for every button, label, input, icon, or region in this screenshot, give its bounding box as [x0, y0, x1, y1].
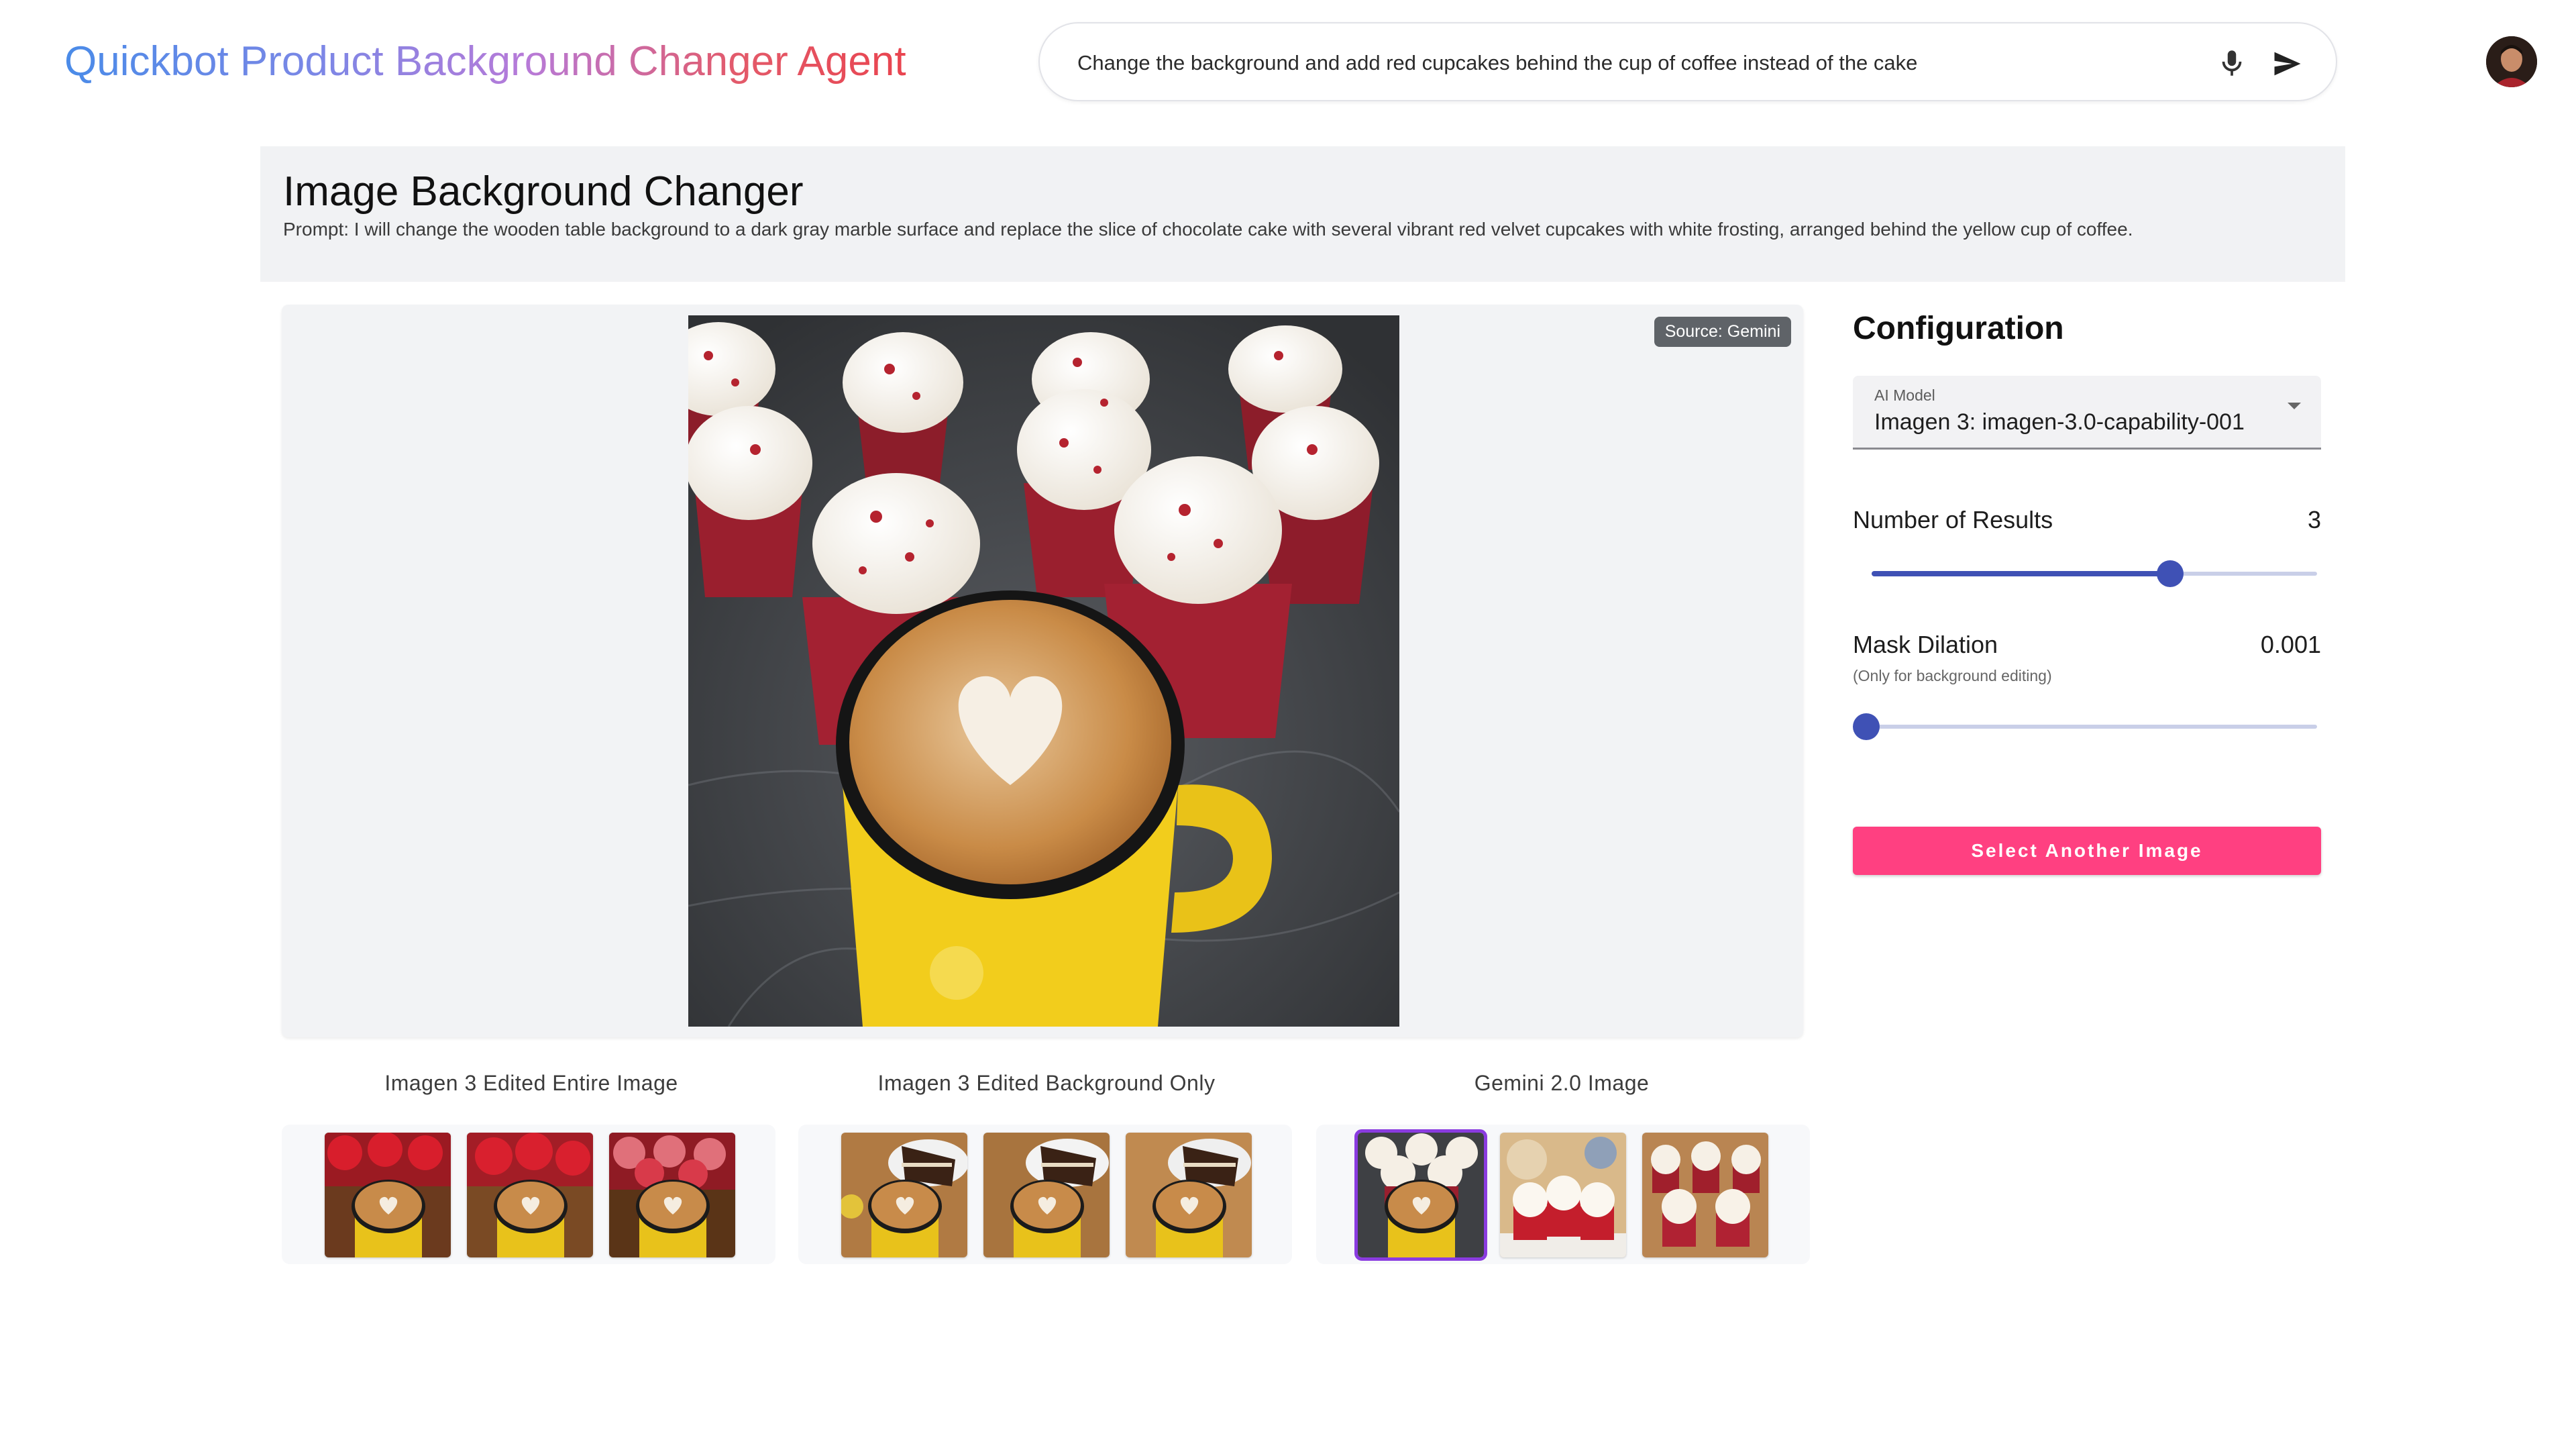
microphone-icon[interactable]: [2215, 46, 2249, 80]
ai-model-select[interactable]: AI Model Imagen 3: imagen-3.0-capability…: [1853, 376, 2321, 450]
group-label-gemini: Gemini 2.0 Image: [1474, 1071, 1650, 1095]
prompt-search-bar[interactable]: [1038, 22, 2337, 101]
ai-model-label: AI Model: [1874, 386, 1935, 404]
group-label-imagen-entire: Imagen 3 Edited Entire Image: [384, 1071, 678, 1095]
thumbnail[interactable]: [983, 1133, 1110, 1257]
slider-thumb[interactable]: [2156, 560, 2184, 587]
thumbnail-group-imagen-entire: [282, 1125, 775, 1264]
send-icon[interactable]: [2270, 46, 2305, 81]
thumbnail-group-gemini: [1316, 1125, 1810, 1264]
thumbnail[interactable]: [325, 1133, 451, 1257]
thumbnail[interactable]: [1126, 1133, 1252, 1257]
thumbnail-selected[interactable]: [1354, 1129, 1487, 1261]
number-of-results-value: 3: [2307, 506, 2321, 533]
configuration-title: Configuration: [1853, 311, 2064, 346]
group-label-imagen-background: Imagen 3 Edited Background Only: [877, 1071, 1216, 1095]
slider-thumb[interactable]: [1853, 713, 1880, 740]
mask-dilation-value: 0.001: [2260, 631, 2321, 658]
app-title: Quickbot Product Background Changer Agen…: [64, 34, 906, 90]
ai-model-value: Imagen 3: imagen-3.0-capability-001: [1874, 409, 2245, 435]
prompt-description: Prompt: I will change the wooden table b…: [283, 219, 2133, 240]
chevron-down-icon: [2288, 403, 2301, 409]
panel-header: Image Background Changer Prompt: I will …: [260, 146, 2345, 282]
main-image-card: Source: Gemini: [282, 305, 1803, 1037]
number-of-results-label: Number of Results: [1853, 506, 2053, 533]
panel-title: Image Background Changer: [283, 168, 804, 215]
thumbnail-group-imagen-background: [798, 1125, 1292, 1264]
thumbnail[interactable]: [841, 1133, 967, 1257]
thumbnail[interactable]: [1642, 1133, 1768, 1257]
mask-dilation-label: Mask Dilation: [1853, 631, 1998, 658]
thumbnail[interactable]: [467, 1133, 593, 1257]
user-avatar[interactable]: [2486, 36, 2537, 87]
thumbnail[interactable]: [609, 1133, 735, 1257]
thumbnail[interactable]: [1500, 1133, 1626, 1257]
mask-dilation-hint: (Only for background editing): [1853, 667, 2052, 684]
prompt-input[interactable]: [1076, 44, 2152, 83]
select-another-image-button[interactable]: Select Another Image: [1853, 827, 2321, 875]
source-badge: Source: Gemini: [1654, 317, 1791, 347]
result-image: [688, 315, 1399, 1027]
